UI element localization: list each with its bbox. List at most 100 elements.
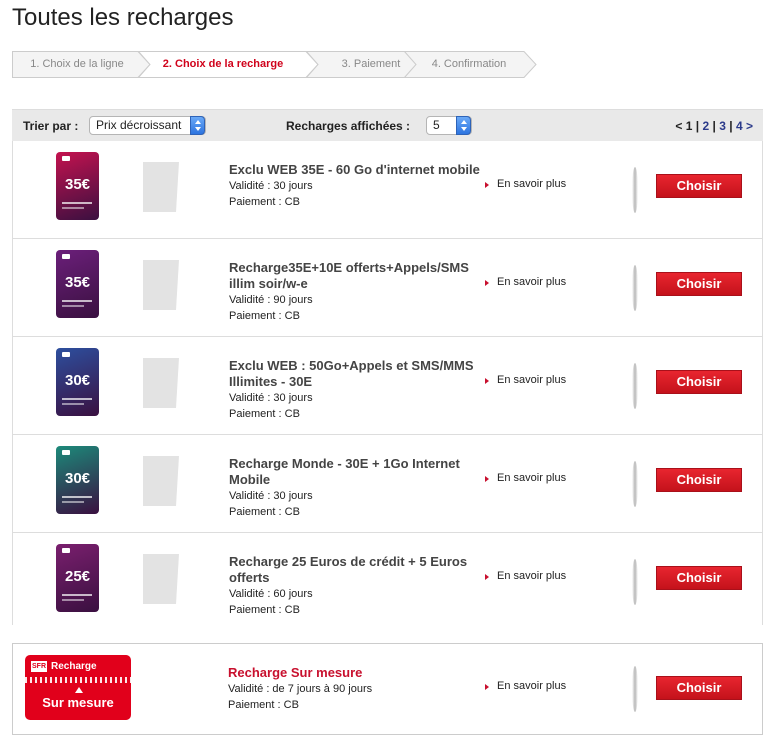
offer-row: 30€ Recharge Monde - 30E + 1Go Internet M… [13,435,762,533]
sfr-logo: SFR [31,661,47,672]
offer-title: Exclu WEB 35E - 60 Go d'internet mobile [229,162,480,177]
offer-list: 35€ Exclu WEB 35E - 60 Go d'internet mobi… [12,141,763,625]
step-1-label: 1. Choix de la ligne [30,58,124,70]
card-price: 35€ [64,274,91,291]
pager-next[interactable]: > [746,119,753,133]
more-link-label: En savoir plus [497,680,567,692]
choose-button[interactable]: Choisir [656,272,742,296]
card-price: 30€ [64,470,91,487]
offer-info: Recharge35E+10E offerts+Appels/SMS illim… [229,260,489,324]
choose-button[interactable]: Choisir [656,370,742,394]
sfr-logo [62,450,70,455]
offer-validity: Validité : 30 jours [229,180,313,192]
pager-page-4[interactable]: 4 [736,119,743,133]
offer-validity: Validité : 30 jours [229,490,313,502]
step-1: 1. Choix de la ligne [12,51,151,78]
recharge-card-image: 30€ [56,446,99,514]
custom-offer-payment: Paiement : CB [228,699,299,711]
more-link-label: En savoir plus [497,374,567,386]
more-link-label: En savoir plus [497,276,567,288]
divider-shade [632,666,638,712]
card-line [62,207,84,209]
step-2-label: 2. Choix de la recharge [162,58,284,70]
offer-payment: Paiement : CB [229,196,300,208]
more-link[interactable]: En savoir plus [485,374,566,386]
page-title: Toutes les recharges [12,4,234,31]
pager-current: 1 [685,119,693,133]
card-line [62,403,84,405]
placeholder-image-icon [143,456,179,506]
triangle-icon [75,687,83,693]
more-link[interactable]: En savoir plus [485,276,566,288]
checkout-stepper: 1. Choix de la ligne 2. Choix de la rech… [12,51,537,78]
offer-info: Recharge Monde - 30E + 1Go Internet Mobi… [229,456,489,520]
offer-info: Recharge 25 Euros de crédit + 5 Euros of… [229,554,489,618]
sort-label: Trier par : [23,119,79,133]
offer-title: Recharge 25 Euros de crédit + 5 Euros of… [229,554,468,585]
sort-bar: Trier par : Prix décroissant Recharges a… [12,109,763,141]
offer-validity: Validité : 30 jours [229,392,313,404]
more-link[interactable]: En savoir plus [485,472,566,484]
card-label: Recharge [51,661,97,672]
pager-page-2[interactable]: 2 [702,119,709,133]
pagination: < 1 | 2 | 3 | 4 > [675,119,753,133]
sfr-logo [62,548,70,553]
recharge-card-image: 30€ [56,348,99,416]
divider-shade [632,461,638,507]
card-price: 35€ [64,176,91,193]
sfr-logo [62,352,70,357]
step-4: 4. Confirmation [404,51,537,78]
step-3-label: 3. Paiement [341,58,401,70]
count-select-value: 5 [433,118,440,132]
divider-shade [632,167,638,213]
recharge-card-image: 35€ [56,152,99,220]
card-line [62,599,84,601]
sfr-logo [62,156,70,161]
recharge-card-image: 35€ [56,250,99,318]
divider-shade [632,559,638,605]
card-line [62,305,84,307]
card-line [62,501,84,503]
offer-title: Recharge35E+10E offerts+Appels/SMS illim… [229,260,469,291]
more-link[interactable]: En savoir plus [485,570,566,582]
card-line [62,202,92,204]
step-4-label: 4. Confirmation [431,58,507,70]
custom-offer-title: Recharge Sur mesure [228,665,363,680]
custom-more-link[interactable]: En savoir plus [485,680,566,692]
recharge-card-image: 25€ [56,544,99,612]
custom-offer-info: Recharge Sur mesure Validité : de 7 jour… [228,665,488,713]
custom-offer-validity: Validité : de 7 jours à 90 jours [228,683,373,695]
count-select[interactable]: 5 [426,116,472,135]
offer-row: 35€ Exclu WEB 35E - 60 Go d'internet mobi… [13,141,762,239]
choose-button[interactable]: Choisir [656,468,742,492]
more-link[interactable]: En savoir plus [485,178,566,190]
more-link-label: En savoir plus [497,570,567,582]
pager-sep: | [695,119,700,133]
offer-title: Exclu WEB : 50Go+Appels et SMS/MMS Illim… [229,358,474,389]
card-line [62,398,92,400]
card-big-text: Sur mesure [42,695,114,710]
custom-choose-button[interactable]: Choisir [656,676,742,700]
card-line [62,300,92,302]
offer-validity: Validité : 60 jours [229,588,313,600]
offer-title: Recharge Monde - 30E + 1Go Internet Mobi… [229,456,460,487]
offer-payment: Paiement : CB [229,604,300,616]
card-price: 25€ [64,568,91,585]
pager-page-3[interactable]: 3 [719,119,726,133]
offer-row: 35€ Recharge35E+10E offerts+Appels/SMS il… [13,239,762,337]
offer-row: 30€ Exclu WEB : 50Go+Appels et SMS/MMS Il… [13,337,762,435]
divider-shade [632,265,638,311]
choose-button[interactable]: Choisir [656,174,742,198]
count-label: Recharges affichées : [286,119,411,133]
offer-validity: Validité : 90 jours [229,294,313,306]
card-line [62,496,92,498]
more-link-label: En savoir plus [497,178,567,190]
placeholder-image-icon [143,358,179,408]
divider-shade [632,363,638,409]
offer-payment: Paiement : CB [229,310,300,322]
pager-prev[interactable]: < [675,119,682,133]
sort-select[interactable]: Prix décroissant [89,116,206,135]
sort-select-value: Prix décroissant [96,118,182,132]
choose-button[interactable]: Choisir [656,566,742,590]
pager-sep: | [712,119,716,133]
